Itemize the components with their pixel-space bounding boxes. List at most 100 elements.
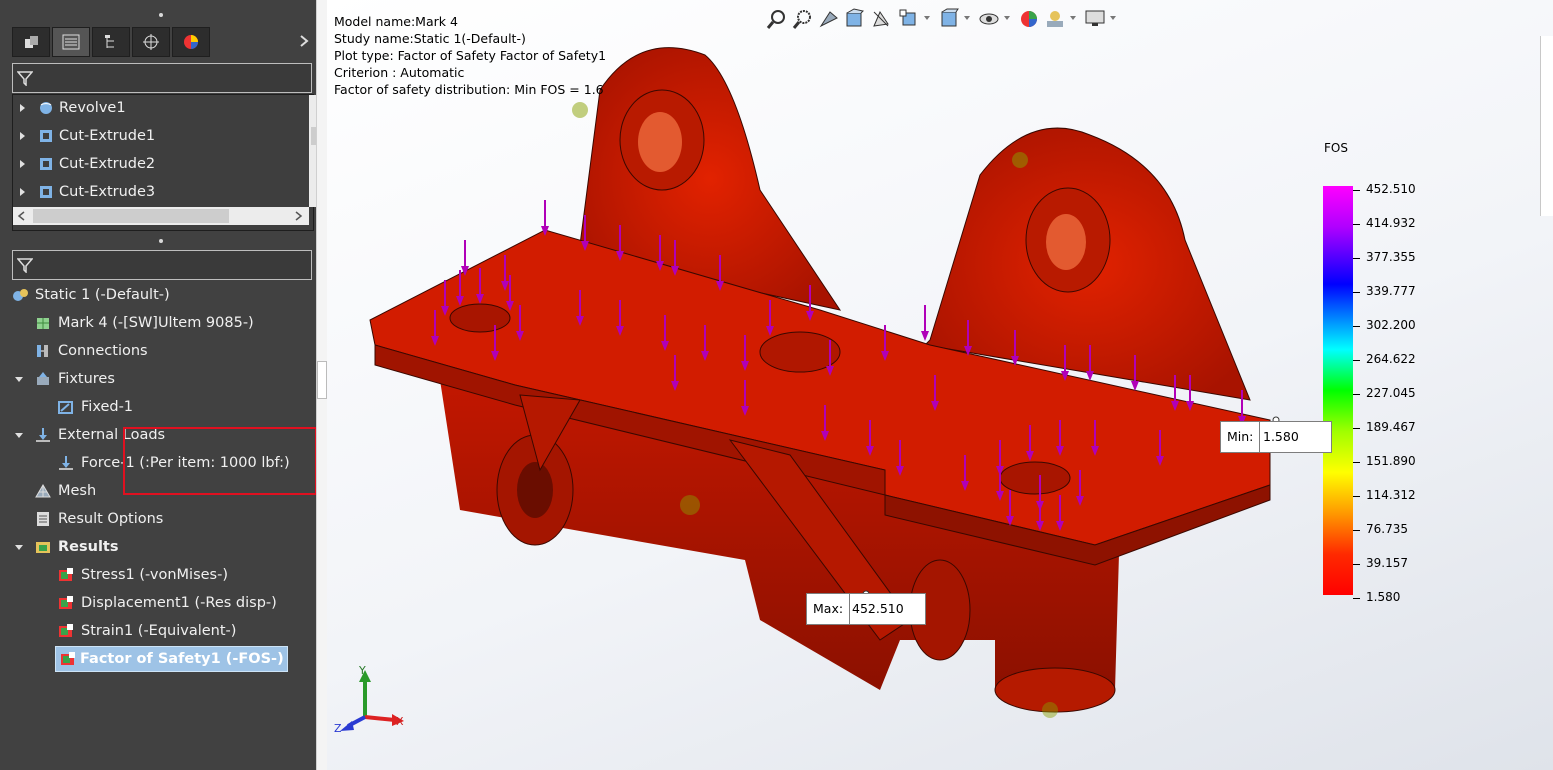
force-icon <box>59 456 73 470</box>
legend-tick-label: 114.312 <box>1366 488 1416 502</box>
legend-tick-label: 452.510 <box>1366 182 1416 196</box>
part-label: Mark 4 (-[SW]Ultem 9085-) <box>58 315 254 331</box>
panel-grip[interactable] <box>0 10 316 20</box>
display-style-icon[interactable] <box>938 8 960 30</box>
apply-scene-icon[interactable] <box>1044 8 1066 30</box>
graphics-area[interactable]: Y X Z <box>316 0 1553 770</box>
tab-dimxpert-manager[interactable] <box>132 27 170 57</box>
legend-tick-label: 227.045 <box>1366 386 1416 400</box>
triad-y-label: Y <box>359 664 366 677</box>
legend-tick-mark <box>1353 530 1360 531</box>
model-name-text: Model name:Mark 4 <box>334 14 458 29</box>
tree-item-factor-of-safety[interactable]: Factor of Safety1 (-FOS-) <box>55 646 288 672</box>
cut-extrude-icon <box>40 130 52 142</box>
tab-configuration-manager[interactable] <box>92 27 130 57</box>
distribution-text: Factor of safety distribution: Min FOS =… <box>334 82 604 97</box>
legend-tick-mark <box>1353 462 1360 463</box>
horizontal-scrollbar[interactable] <box>13 207 309 225</box>
triad-z-label: Z <box>334 722 342 735</box>
tab-property-manager[interactable] <box>52 27 90 57</box>
splitter-handle[interactable] <box>317 361 327 399</box>
external-loads-icon <box>36 428 50 442</box>
cut-extrude-icon <box>40 158 52 170</box>
legend-tick-mark <box>1353 224 1360 225</box>
max-key: Max: <box>807 594 851 624</box>
fos-plot-icon <box>61 652 75 665</box>
legend-tick-mark <box>1353 496 1360 497</box>
displacement-label: Displacement1 (-Res disp-) <box>81 595 277 611</box>
legend-tick-mark <box>1353 394 1360 395</box>
plot-type-text: Plot type: Factor of Safety Factor of Sa… <box>334 48 607 63</box>
simulation-filter-box[interactable] <box>12 250 312 280</box>
task-pane-edge[interactable] <box>1540 36 1553 216</box>
expand-chevron-icon[interactable] <box>298 35 310 47</box>
panel-splitter[interactable] <box>316 0 327 770</box>
config-tree-icon <box>105 35 114 48</box>
displacement-plot-icon <box>59 596 73 609</box>
dropdown-arrow-icon[interactable] <box>1004 16 1010 20</box>
tree-item-label: Revolve1 <box>59 100 126 116</box>
zoom-to-area-icon[interactable] <box>792 8 814 30</box>
feature-filter-box[interactable] <box>12 63 312 93</box>
tab-display-manager[interactable] <box>172 27 210 57</box>
expand-arrow-icon[interactable] <box>20 104 25 112</box>
collapse-arrow-icon[interactable] <box>15 377 23 382</box>
legend-tick-label: 189.467 <box>1366 420 1416 434</box>
tree-item-label: Cut-Extrude2 <box>59 156 156 172</box>
manager-tabs <box>12 27 316 57</box>
dropdown-arrow-icon[interactable] <box>1110 16 1116 20</box>
dynamic-annotation-icon[interactable] <box>870 8 892 30</box>
expand-arrow-icon[interactable] <box>20 132 25 140</box>
max-value: 452.510 <box>852 601 904 616</box>
legend-tick-label: 1.580 <box>1366 590 1401 604</box>
dropdown-arrow-icon[interactable] <box>924 16 930 20</box>
min-key: Min: <box>1221 422 1261 452</box>
study-icon <box>13 289 28 301</box>
scroll-thumb[interactable] <box>33 209 229 223</box>
min-callout[interactable]: Min: 1.580 <box>1220 421 1332 453</box>
collapse-arrow-icon[interactable] <box>15 433 23 438</box>
panel-grip[interactable] <box>0 236 316 246</box>
expand-arrow-icon[interactable] <box>20 188 25 196</box>
scroll-right-icon[interactable] <box>293 211 303 221</box>
revolve-icon <box>40 102 52 114</box>
min-value: 1.580 <box>1263 429 1299 444</box>
annotation-highlight-box <box>123 427 317 495</box>
filter-icon <box>17 258 33 273</box>
feature-manager-panel: Revolve1 Cut-Extrude1 Cut-Extrude2 Cut-E… <box>0 0 325 770</box>
plot-info-block: Model name:Mark 4 Study name:Static 1(-D… <box>334 13 606 98</box>
expand-arrow-icon[interactable] <box>20 160 25 168</box>
dropdown-arrow-icon[interactable] <box>964 16 970 20</box>
scroll-left-icon[interactable] <box>17 211 27 221</box>
legend-tick-mark <box>1353 428 1360 429</box>
collapse-arrow-icon[interactable] <box>15 545 23 550</box>
fos-color-scale <box>1323 186 1353 595</box>
legend-tick-mark <box>1353 292 1360 293</box>
crosshair-icon <box>143 34 159 50</box>
display-pie-icon <box>184 35 198 49</box>
load-arrow-head <box>921 331 929 341</box>
dropdown-arrow-icon[interactable] <box>1070 16 1076 20</box>
section-view-icon[interactable] <box>844 8 866 30</box>
fixtures-label: Fixtures <box>58 371 115 387</box>
legend-tick-label: 151.890 <box>1366 454 1416 468</box>
stress-plot-icon <box>59 568 73 581</box>
legend-tick-label: 39.157 <box>1366 556 1408 570</box>
legend-tick-label: 264.622 <box>1366 352 1416 366</box>
legend-tick-mark <box>1353 258 1360 259</box>
strain-label: Strain1 (-Equivalent-) <box>81 623 237 639</box>
study-name-text: Study name:Static 1(-Default-) <box>334 31 526 46</box>
max-callout[interactable]: Max: 452.510 <box>806 593 926 625</box>
tab-feature-manager[interactable] <box>12 27 50 57</box>
view-settings-icon[interactable] <box>1084 8 1106 30</box>
strain-plot-icon <box>59 624 73 637</box>
previous-view-icon[interactable] <box>818 8 840 30</box>
edit-appearance-icon[interactable] <box>1018 8 1040 30</box>
view-orientation-icon[interactable] <box>898 8 920 30</box>
legend-tick-label: 339.777 <box>1366 284 1416 298</box>
results-folder-icon <box>36 542 50 553</box>
zoom-to-fit-icon[interactable] <box>766 8 788 30</box>
hide-show-items-icon[interactable] <box>978 8 1000 30</box>
tree-item-label: Cut-Extrude1 <box>59 128 156 144</box>
legend-tick-mark <box>1353 190 1360 191</box>
